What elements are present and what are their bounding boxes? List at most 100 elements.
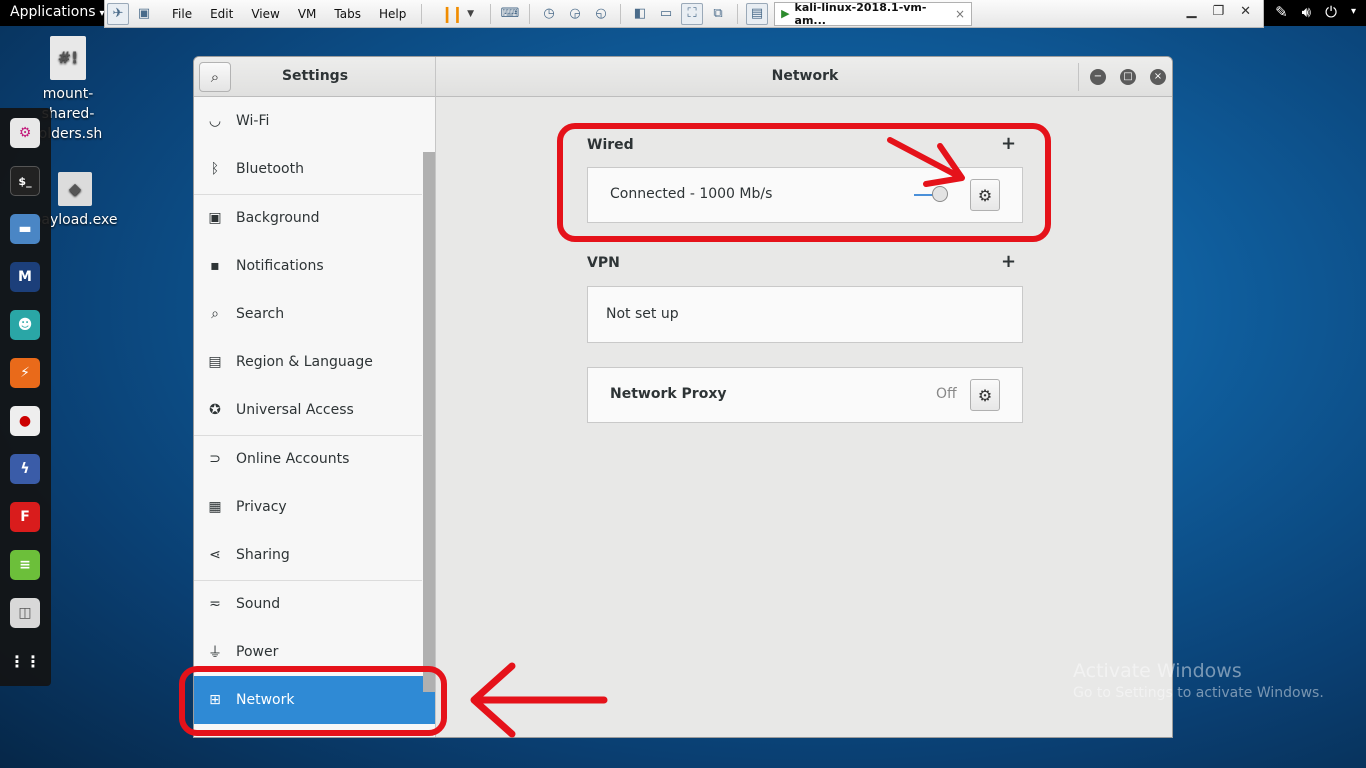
settings-header: ⌕ Settings: [194, 57, 436, 97]
terminal-icon[interactable]: $_: [10, 166, 40, 196]
online-accounts-icon: ⊃: [209, 451, 221, 467]
settings-app-icon[interactable]: ⚙: [10, 118, 40, 148]
vmware-menu: File Edit View VM Tabs Help: [163, 7, 415, 21]
vpn-row: Not set up: [587, 286, 1023, 343]
full-screen-icon[interactable]: ⛶: [681, 2, 704, 25]
vm-tab-title: kali-linux-2018.1-vm-am...: [794, 0, 927, 27]
proxy-settings-button[interactable]: ⚙: [970, 379, 1000, 411]
leafpad-icon[interactable]: ≡: [10, 550, 40, 580]
sidebar-item-online-accounts[interactable]: ⊃ Online Accounts: [194, 435, 422, 483]
faraday-icon[interactable]: F: [10, 502, 40, 532]
sidebar-item-label: Sharing: [236, 547, 290, 563]
show-apps-icon[interactable]: ⋮⋮: [9, 646, 41, 676]
vmware-window-controls: ▁ ❐ ✕: [1186, 4, 1251, 19]
header-divider: [1078, 63, 1079, 91]
sidebar-item-search[interactable]: ⌕ Search: [194, 290, 422, 338]
sidebar-item-notifications[interactable]: ▪ Notifications: [194, 242, 422, 290]
minimize-icon[interactable]: ▁: [1186, 4, 1196, 19]
sidebar-item-label: Universal Access: [236, 402, 354, 418]
notifications-icon: ▪: [210, 258, 220, 274]
sidebar-item-label: Privacy: [236, 499, 287, 515]
background-icon: ▣: [208, 210, 222, 226]
toolbar-divider: [620, 3, 622, 24]
maltego-icon[interactable]: ●: [10, 406, 40, 436]
minimize-button[interactable]: −: [1090, 69, 1106, 85]
activation-watermark-title: Activate Windows: [1073, 660, 1242, 682]
applications-label: Applications: [10, 4, 96, 20]
metasploit-icon[interactable]: M: [10, 262, 40, 292]
sidebar-item-privacy[interactable]: ▦ Privacy: [194, 483, 422, 531]
screenshot-icon[interactable]: ◫: [10, 598, 40, 628]
console-view-icon[interactable]: ▤: [746, 2, 769, 25]
network-highlight-box: [179, 666, 447, 736]
sidebar-item-wifi[interactable]: ◡ Wi-Fi: [194, 97, 422, 145]
universal-access-icon: ✪: [209, 402, 221, 418]
sidebar-item-universal-access[interactable]: ✪ Universal Access: [194, 386, 422, 434]
pause-icon[interactable]: ❙❙: [440, 4, 464, 23]
activation-watermark-text: Go to Settings to activate Windows.: [1073, 685, 1324, 701]
panel-title: Network: [771, 68, 839, 84]
power-icon: ⏚: [208, 645, 222, 661]
chevron-down-icon[interactable]: ▾: [1351, 3, 1356, 21]
vmware-toolbar: ✈ ▣ File Edit View VM Tabs Help ❙❙ ▼ ⌨ ◷…: [104, 0, 1264, 28]
sidebar-scrollbar[interactable]: [423, 152, 435, 692]
sidebar-item-label: Bluetooth: [236, 161, 304, 177]
proxy-state: Off: [936, 386, 957, 402]
sidebar-item-label: Power: [236, 644, 279, 660]
wifi-icon: ◡: [208, 113, 222, 129]
vm-home-icon[interactable]: ▣: [133, 3, 155, 25]
menu-file[interactable]: File: [163, 7, 201, 21]
wired-highlight-box: [557, 123, 1051, 242]
panel-header: Network − □ ×: [436, 57, 1172, 97]
menu-help[interactable]: Help: [370, 7, 415, 21]
restore-icon[interactable]: ❐: [1212, 4, 1224, 19]
pause-dropdown-icon[interactable]: ▼: [467, 9, 474, 19]
sidebar-item-sound[interactable]: ≂ Sound: [194, 580, 422, 628]
pin-icon[interactable]: ✈: [107, 2, 129, 25]
toolbar-divider: [737, 3, 739, 24]
system-tray: ✎ 🔊︎ ⏻ ▾: [1275, 3, 1356, 21]
snapshot-icon[interactable]: ◷: [538, 3, 560, 25]
menu-vm[interactable]: VM: [289, 7, 326, 21]
toolbar-divider: [529, 3, 531, 24]
close-button[interactable]: ×: [1150, 69, 1166, 85]
sidebar-item-label: Online Accounts: [236, 451, 350, 467]
sidebar-item-background[interactable]: ▣ Background: [194, 194, 422, 242]
close-tab-icon[interactable]: ×: [955, 7, 965, 21]
menu-view[interactable]: View: [242, 7, 288, 21]
executable-file-icon: ◆: [58, 172, 92, 206]
close-icon[interactable]: ✕: [1240, 4, 1251, 19]
network-proxy-row[interactable]: Network Proxy Off ⚙: [587, 367, 1023, 423]
tab-vm[interactable]: ▶ kali-linux-2018.1-vm-am... ×: [774, 0, 973, 27]
add-vpn-button[interactable]: +: [1001, 251, 1016, 272]
toolbar-divider: [421, 3, 423, 24]
unity-icon[interactable]: ⧉: [707, 3, 729, 25]
applications-menu[interactable]: Applications ▾: [10, 4, 105, 20]
files-icon[interactable]: ▬: [10, 214, 40, 244]
thumbnail-bar-icon[interactable]: ▭: [655, 3, 677, 25]
sidebar-item-label: Notifications: [236, 258, 324, 274]
search-icon: ⌕: [211, 306, 219, 322]
sidebar-item-sharing[interactable]: ⋖ Sharing: [194, 531, 422, 579]
volume-icon[interactable]: 🔊︎: [1302, 3, 1311, 21]
burpsuite-icon[interactable]: ⚡: [10, 358, 40, 388]
snapshot-manager-icon[interactable]: ◵: [590, 3, 612, 25]
bluetooth-icon: ᛒ: [210, 161, 220, 177]
gear-icon: ⚙: [977, 385, 993, 405]
sidebar-item-region[interactable]: ▤ Region & Language: [194, 338, 422, 386]
settings-sidebar: ◡ Wi-Fi ᛒ Bluetooth ▣ Background ▪ Notif…: [194, 97, 436, 737]
send-keys-icon[interactable]: ⌨: [499, 3, 521, 25]
vpn-status: Not set up: [606, 306, 679, 322]
revert-snapshot-icon[interactable]: ◶: [564, 3, 586, 25]
vpn-section-title: VPN: [587, 255, 620, 271]
maximize-button[interactable]: □: [1120, 69, 1136, 85]
menu-edit[interactable]: Edit: [201, 7, 242, 21]
show-library-icon[interactable]: ◧: [629, 3, 651, 25]
power-menu-icon[interactable]: ⏻: [1325, 3, 1337, 21]
sidebar-item-bluetooth[interactable]: ᛒ Bluetooth: [194, 145, 422, 193]
sidebar-item-label: Search: [236, 306, 285, 322]
menu-tabs[interactable]: Tabs: [325, 7, 370, 21]
armitage-icon[interactable]: ☻: [10, 310, 40, 340]
tools-icon[interactable]: ✎: [1275, 3, 1288, 21]
beef-icon[interactable]: ϟ: [10, 454, 40, 484]
